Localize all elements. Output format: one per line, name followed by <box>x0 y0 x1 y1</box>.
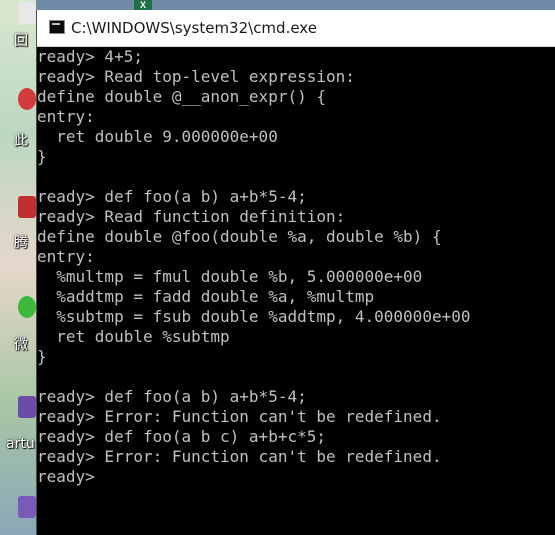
console-line: ready> Read top-level expression: <box>37 67 355 86</box>
console-output[interactable]: ready> 4+5; ready> Read top-level express… <box>37 47 555 535</box>
excel-icon[interactable]: X <box>134 0 152 10</box>
console-line: ready> <box>37 467 95 486</box>
cmd-app-icon[interactable] <box>49 20 65 34</box>
console-line: ready> Error: Function can't be redefine… <box>37 447 442 466</box>
console-line: %addtmp = fadd double %a, %multmp <box>37 287 375 306</box>
console-line: ready> 4+5; <box>37 47 143 66</box>
archive-icon-2[interactable] <box>18 496 36 518</box>
console-line: ready> def foo(a b) a+b*5-4; <box>37 387 307 406</box>
console-line: define double @__anon_expr() { <box>37 87 326 106</box>
console-line: ready> Read function definition: <box>37 207 346 226</box>
console-line: %subtmp = fsub double %addtmp, 4.000000e… <box>37 307 471 326</box>
console-line: ret double 9.000000e+00 <box>37 127 278 146</box>
console-line: define double @foo(double %a, double %b)… <box>37 227 442 246</box>
cmd-window: C:\WINDOWS\system32\cmd.exe ready> 4+5; r… <box>36 10 555 535</box>
archive-icon[interactable] <box>18 396 36 418</box>
console-line: ready> def foo(a b c) a+b+c*5; <box>37 427 326 446</box>
desktop-label-4: 微 <box>14 337 28 353</box>
console-line: ret double %subtmp <box>37 327 230 346</box>
window-title: C:\WINDOWS\system32\cmd.exe <box>71 19 317 37</box>
desktop-icon-3[interactable] <box>18 196 36 218</box>
console-line: } <box>37 147 47 166</box>
desktop-icon-1[interactable] <box>18 2 36 24</box>
desktop-label-2: 此 <box>14 133 28 149</box>
desktop-label-1: 回 <box>14 33 28 49</box>
desktop-icon-2[interactable] <box>18 88 36 110</box>
console-line: } <box>37 347 47 366</box>
title-bar[interactable]: C:\WINDOWS\system32\cmd.exe <box>37 10 555 47</box>
desktop-label-3: 腾 <box>14 235 28 251</box>
console-line: ready> Error: Function can't be redefine… <box>37 407 442 426</box>
desktop-label-5: artu <box>6 436 35 452</box>
desktop-background: 回 此 腾 微 artu <box>0 0 36 535</box>
console-line: entry: <box>37 107 95 126</box>
console-line: entry: <box>37 247 95 266</box>
wechat-icon[interactable] <box>18 296 36 318</box>
console-line: ready> def foo(a b) a+b*5-4; <box>37 187 307 206</box>
console-line: %multmp = fmul double %b, 5.000000e+00 <box>37 267 423 286</box>
